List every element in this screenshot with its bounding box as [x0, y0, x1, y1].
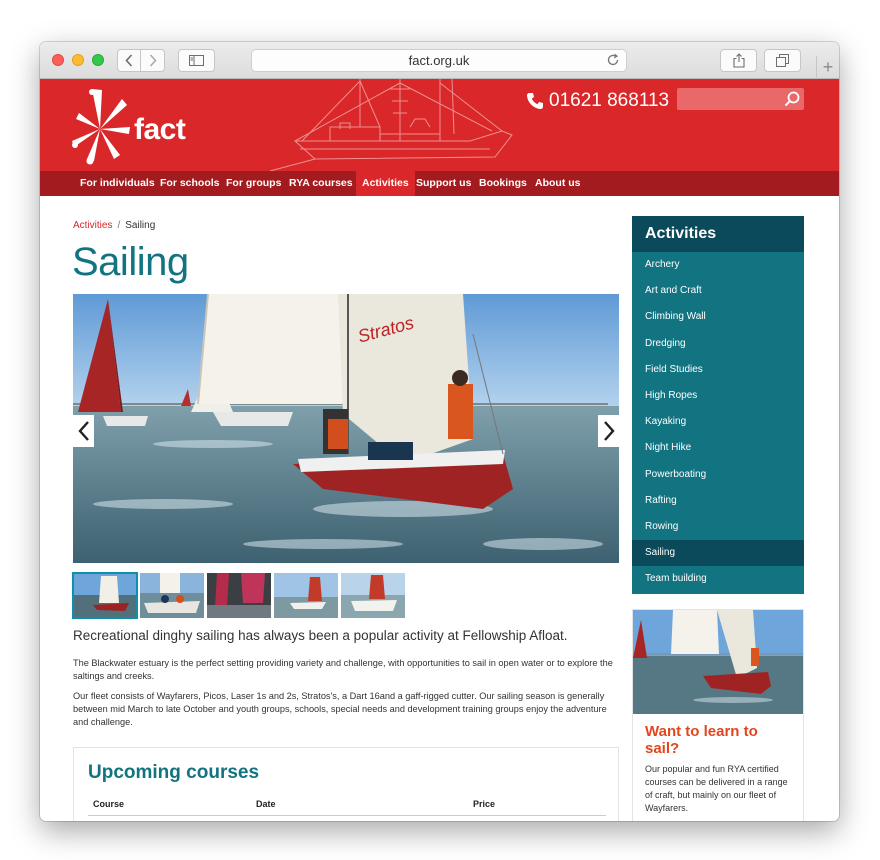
logo-burst-icon	[72, 89, 130, 165]
thumbnail-1[interactable]	[72, 572, 138, 619]
reload-icon[interactable]	[606, 53, 620, 67]
sidebar-icon	[189, 55, 204, 66]
breadcrumb: Activities / Sailing	[73, 220, 155, 231]
sidebar-item-kayaking[interactable]: Kayaking	[632, 409, 804, 435]
body-paragraph-2: Our fleet consists of Wayfarers, Picos, …	[73, 691, 607, 727]
learn-to-sail-promo[interactable]: Want to learn to sail? Our popular and f…	[632, 609, 804, 821]
nav-bookings[interactable]: Bookings	[473, 171, 533, 196]
column-header-date: Date	[256, 799, 276, 809]
browser-window: fact.org.uk + fact 01621 868113 For indi…	[40, 42, 839, 821]
breadcrumb-activities-link[interactable]: Activities	[73, 220, 112, 231]
site-header: fact 01621 868113	[40, 79, 839, 171]
show-tabs-button[interactable]	[764, 49, 801, 72]
logo-text: fact	[134, 113, 186, 146]
back-button[interactable]	[117, 49, 141, 72]
sidebar-toggle-button[interactable]	[178, 49, 215, 72]
column-header-price: Price	[473, 799, 496, 809]
breadcrumb-separator: /	[117, 220, 121, 231]
sidebar-item-night-hike[interactable]: Night Hike	[632, 435, 804, 461]
nav-for-individuals[interactable]: For individuals	[74, 171, 161, 196]
promo-photo	[633, 610, 803, 714]
upcoming-courses-heading: Upcoming courses	[88, 762, 260, 783]
hero-slider[interactable]: Stratos	[73, 294, 619, 563]
forward-button[interactable]	[141, 49, 165, 72]
webpage: fact 01621 868113 For individuals For sc…	[40, 79, 839, 821]
body-paragraph-1: The Blackwater estuary is the perfect se…	[73, 658, 613, 681]
forward-chevron-icon	[149, 54, 157, 67]
phone-text: 01621 868113	[549, 90, 670, 111]
search-icon[interactable]	[784, 91, 800, 107]
share-button[interactable]	[720, 49, 757, 72]
nav-rya-courses[interactable]: RYA courses	[283, 171, 359, 196]
share-icon	[732, 53, 745, 68]
nav-support-us[interactable]: Support us	[410, 171, 477, 196]
column-header-course: Course	[93, 799, 125, 809]
search-input[interactable]	[677, 88, 777, 110]
thumbnail-3[interactable]	[207, 573, 271, 618]
search-box[interactable]	[677, 88, 804, 110]
browser-toolbar: fact.org.uk +	[40, 42, 839, 79]
upcoming-courses-panel: Upcoming courses Course Date Price	[73, 747, 619, 821]
sailing-photo: Stratos	[73, 294, 619, 563]
tabs-icon	[776, 54, 789, 67]
sidebar-title: Activities	[632, 216, 804, 252]
sidebar-item-climbing-wall[interactable]: Climbing Wall	[632, 304, 804, 330]
url-text: fact.org.uk	[408, 53, 470, 68]
slider-next-icon	[603, 421, 615, 441]
slider-next-button[interactable]	[598, 415, 619, 447]
thumbnail-5[interactable]	[341, 573, 405, 618]
site-logo[interactable]: fact	[72, 89, 186, 165]
back-chevron-icon	[125, 54, 133, 67]
sidebar-item-rafting[interactable]: Rafting	[632, 488, 804, 514]
sidebar-item-archery[interactable]: Archery	[632, 252, 804, 278]
thumbnail-2[interactable]	[140, 573, 204, 618]
minimize-window-button[interactable]	[72, 54, 84, 66]
sidebar-item-rowing[interactable]: Rowing	[632, 514, 804, 540]
phone-number[interactable]: 01621 868113	[526, 90, 669, 112]
phone-icon	[527, 93, 543, 109]
sidebar-item-art-and-craft[interactable]: Art and Craft	[632, 278, 804, 304]
thumbnail-4[interactable]	[274, 573, 338, 618]
main-navigation: For individuals For schools For groups R…	[40, 171, 839, 196]
breadcrumb-current: Sailing	[125, 220, 156, 231]
lead-paragraph: Recreational dinghy sailing has always b…	[73, 628, 568, 643]
sidebar-item-high-ropes[interactable]: High Ropes	[632, 383, 804, 409]
sidebar-item-dredging[interactable]: Dredging	[632, 331, 804, 357]
address-bar[interactable]: fact.org.uk	[251, 49, 627, 72]
new-tab-button[interactable]: +	[816, 56, 839, 79]
table-header-divider	[88, 815, 606, 816]
zoom-window-button[interactable]	[92, 54, 104, 66]
sidebar-item-field-studies[interactable]: Field Studies	[632, 357, 804, 383]
sidebar-item-sailing[interactable]: Sailing	[632, 540, 804, 567]
slider-prev-button[interactable]	[73, 415, 94, 447]
nav-for-groups[interactable]: For groups	[220, 171, 287, 196]
page-title: Sailing	[72, 240, 189, 284]
close-window-button[interactable]	[52, 54, 64, 66]
sidebar-item-team-building[interactable]: Team building	[632, 566, 804, 592]
promo-heading[interactable]: Want to learn to sail?	[645, 723, 791, 757]
sidebar-item-powerboating[interactable]: Powerboating	[632, 462, 804, 488]
nav-for-schools[interactable]: For schools	[154, 171, 226, 196]
promo-text: Our popular and fun RYA certified course…	[645, 764, 788, 813]
nav-about-us[interactable]: About us	[529, 171, 587, 196]
slider-prev-icon	[77, 421, 89, 441]
nav-activities[interactable]: Activities	[356, 171, 415, 196]
ship-illustration	[269, 79, 513, 171]
activities-sidebar: Activities Archery Art and Craft Climbin…	[632, 216, 804, 594]
